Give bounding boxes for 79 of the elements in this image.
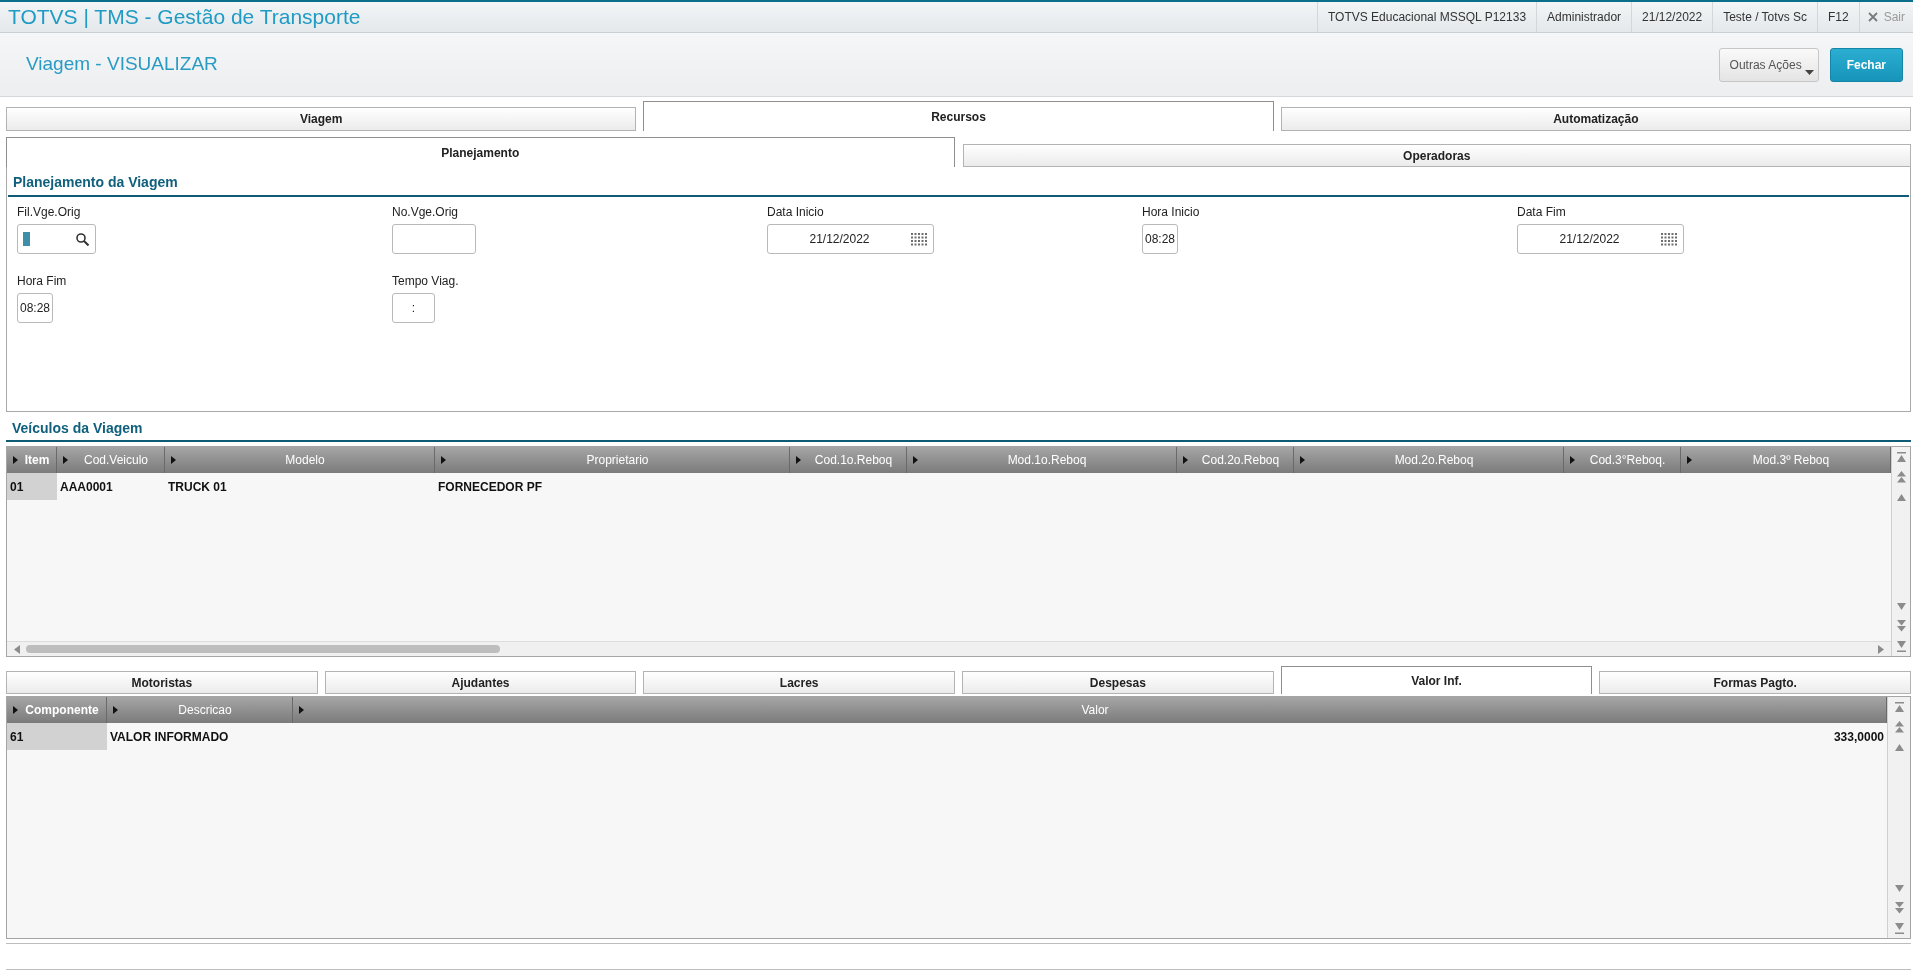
up-arrow-icon[interactable] xyxy=(1895,493,1907,501)
section-title: Planejamento da Viagem xyxy=(13,174,178,190)
field-label: Hora Inicio xyxy=(1142,205,1200,219)
triangle-icon xyxy=(171,456,176,464)
triangle-icon xyxy=(63,456,68,464)
time-field[interactable]: 08:28 xyxy=(1142,224,1178,254)
header-info-text: TOTVS Educacional MSSQL P12133 xyxy=(1327,9,1527,26)
double-down-arrow-icon[interactable] xyxy=(1895,620,1907,632)
caret-icon xyxy=(1804,69,1814,75)
tab[interactable]: Valor Inf. xyxy=(1280,666,1593,694)
triangle-icon xyxy=(13,706,18,714)
horizontal-scrollbar[interactable] xyxy=(7,641,1891,656)
tab[interactable]: Formas Pagto. xyxy=(1599,671,1912,694)
table-cell-text: VALOR INFORMADO xyxy=(109,728,230,746)
tab[interactable]: Viagem xyxy=(6,107,637,131)
double-down-arrow-icon[interactable] xyxy=(1893,902,1905,914)
tab[interactable]: Motoristas xyxy=(6,671,318,694)
tab[interactable]: Ajudantes xyxy=(324,671,637,694)
tab[interactable]: Operadoras xyxy=(962,144,1911,167)
triangle-icon xyxy=(1687,456,1692,464)
right-arrow-icon[interactable] xyxy=(1878,644,1884,654)
header-info-text: F12 xyxy=(1827,9,1849,26)
close-icon xyxy=(1867,12,1878,22)
double-up-arrow-icon[interactable] xyxy=(1893,721,1905,733)
table-cell-text: AAA0001 xyxy=(59,478,114,496)
app-title: TOTVS | TMS - Gestão de Transporte xyxy=(8,4,361,31)
time-field[interactable]: 08:28 xyxy=(17,293,53,323)
date-field[interactable]: 21/12/2022 xyxy=(767,224,934,254)
triangle-icon xyxy=(113,706,118,714)
field-label: Tempo Viag. xyxy=(392,274,459,288)
calendar-icon[interactable] xyxy=(911,232,927,246)
header-info-text: Teste / Totvs Sc xyxy=(1723,9,1807,26)
triangle-icon xyxy=(1300,456,1305,464)
more-actions-button[interactable]: Outras Ações xyxy=(1718,47,1819,82)
page-title: Viagem - VISUALIZAR xyxy=(26,52,218,77)
up-arrow-icon[interactable] xyxy=(1893,743,1905,751)
down-arrow-icon[interactable] xyxy=(1893,884,1905,892)
bottom-arrow-icon[interactable] xyxy=(1893,922,1905,934)
field-label: No.Vge.Orig xyxy=(392,205,459,219)
lookup-field[interactable] xyxy=(17,224,96,254)
table-cell: 61 xyxy=(7,723,107,750)
field-label: Data Inicio xyxy=(767,205,824,219)
input-field[interactable] xyxy=(392,224,476,254)
vertical-scrollbar[interactable] xyxy=(1887,697,1910,938)
triangle-icon xyxy=(13,456,18,464)
triangle-icon xyxy=(1183,456,1188,464)
table-cell-text: TRUCK 01 xyxy=(167,478,228,496)
calendar-icon[interactable] xyxy=(1661,232,1677,246)
triangle-icon xyxy=(913,456,918,464)
down-arrow-icon[interactable] xyxy=(1895,602,1907,610)
duration-field[interactable]: : xyxy=(392,293,435,323)
section-title: Veículos da Viagem xyxy=(12,420,143,436)
tab[interactable]: Planejamento xyxy=(6,137,955,167)
header-info-text: 21/12/2022 xyxy=(1642,9,1703,26)
table-cell-text: 333,0000 xyxy=(1832,728,1885,746)
field-label: Fil.Vge.Orig xyxy=(17,205,81,219)
field-label: Hora Fim xyxy=(17,274,67,288)
triangle-icon xyxy=(796,456,801,464)
table-cell: 01 xyxy=(7,473,57,500)
field-label: Data Fim xyxy=(1517,205,1566,219)
scrollbar-thumb[interactable] xyxy=(26,645,500,653)
bottom-arrow-icon[interactable] xyxy=(1895,640,1907,652)
double-up-arrow-icon[interactable] xyxy=(1895,471,1907,483)
tab[interactable]: Despesas xyxy=(962,671,1274,694)
search-icon[interactable] xyxy=(76,232,89,246)
vertical-scrollbar[interactable] xyxy=(1891,447,1910,656)
tab[interactable]: Lacres xyxy=(643,671,955,694)
top-arrow-icon[interactable] xyxy=(1895,451,1907,463)
triangle-icon xyxy=(1570,456,1575,464)
header-info-text: Administrador xyxy=(1547,9,1622,26)
triangle-icon xyxy=(441,456,446,464)
date-field[interactable]: 21/12/2022 xyxy=(1517,224,1684,254)
triangle-icon xyxy=(299,706,304,714)
top-arrow-icon[interactable] xyxy=(1893,701,1905,713)
text-cursor xyxy=(23,232,30,246)
tab[interactable]: Automatização xyxy=(1280,107,1911,131)
table-cell-text: FORNECEDOR PF xyxy=(437,478,543,496)
tab[interactable]: Recursos xyxy=(643,101,1274,131)
left-arrow-icon[interactable] xyxy=(14,644,20,654)
